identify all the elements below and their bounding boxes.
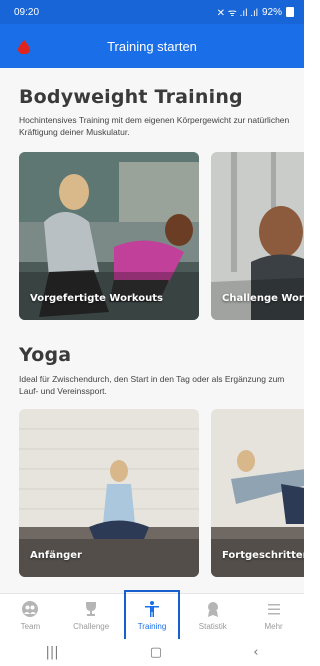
drop-logo-icon[interactable] <box>18 40 30 54</box>
status-icons: ✕ ᯤ .ıl .ıl 92% <box>217 5 294 19</box>
nav-training[interactable]: Training <box>122 590 183 645</box>
nav-challenge[interactable]: Challenge <box>61 594 122 639</box>
bottom-navigation: Team Challenge Training Statistik Mehr <box>0 590 304 645</box>
nav-label: Team <box>20 622 41 631</box>
status-bar: 09:20 ✕ ᯤ .ıl .ıl 92% <box>0 0 304 24</box>
card-label: Challenge Work <box>222 293 304 304</box>
section-title-yoga: Yoga <box>19 344 72 366</box>
nav-statistik[interactable]: Statistik <box>182 594 243 639</box>
person-icon <box>144 601 159 617</box>
nav-label: Challenge <box>73 622 110 631</box>
medal-icon <box>207 602 218 617</box>
section-desc-yoga: Ideal für Zwischendurch, den Start in de… <box>19 374 285 396</box>
section-title-bodyweight: Bodyweight Training <box>19 86 243 108</box>
page-title: Training starten <box>107 38 197 54</box>
battery-icon <box>286 7 294 17</box>
card-challenge-workouts[interactable]: Challenge Work <box>211 152 304 320</box>
app-bar: Training starten <box>0 24 304 68</box>
back-icon[interactable]: ‹ <box>253 645 258 660</box>
card-label: Vorgefertigte Workouts <box>30 293 163 304</box>
section-desc-bodyweight: Hochintensives Training mit dem eigenen … <box>19 115 290 137</box>
nav-mehr[interactable]: Mehr <box>243 594 304 639</box>
card-predefined-workouts[interactable]: Vorgefertigte Workouts <box>19 152 199 320</box>
nav-label: Mehr <box>264 622 283 631</box>
trophy-icon <box>86 602 97 616</box>
card-label: Anfänger <box>30 550 82 561</box>
nav-label: Training <box>137 622 167 631</box>
battery-percent: 92% <box>261 6 282 18</box>
card-advanced[interactable]: Fortgeschritten <box>211 409 304 577</box>
card-label: Fortgeschritten <box>222 550 304 561</box>
card-beginner[interactable]: Anfänger <box>19 409 199 577</box>
training-content[interactable]: Bodyweight Training Hochintensives Train… <box>0 68 304 593</box>
recent-apps-icon[interactable]: ||| <box>46 645 59 660</box>
status-time: 09:20 <box>14 6 40 18</box>
system-navigation: ||| ▢ ‹ <box>0 639 304 666</box>
signal-icon: ✕ ᯤ .ıl .ıl <box>216 8 258 19</box>
nav-team[interactable]: Team <box>0 594 61 639</box>
nav-label: Statistik <box>198 622 227 631</box>
home-icon[interactable]: ▢ <box>150 645 162 660</box>
team-icon <box>22 601 39 617</box>
menu-icon <box>267 604 280 615</box>
